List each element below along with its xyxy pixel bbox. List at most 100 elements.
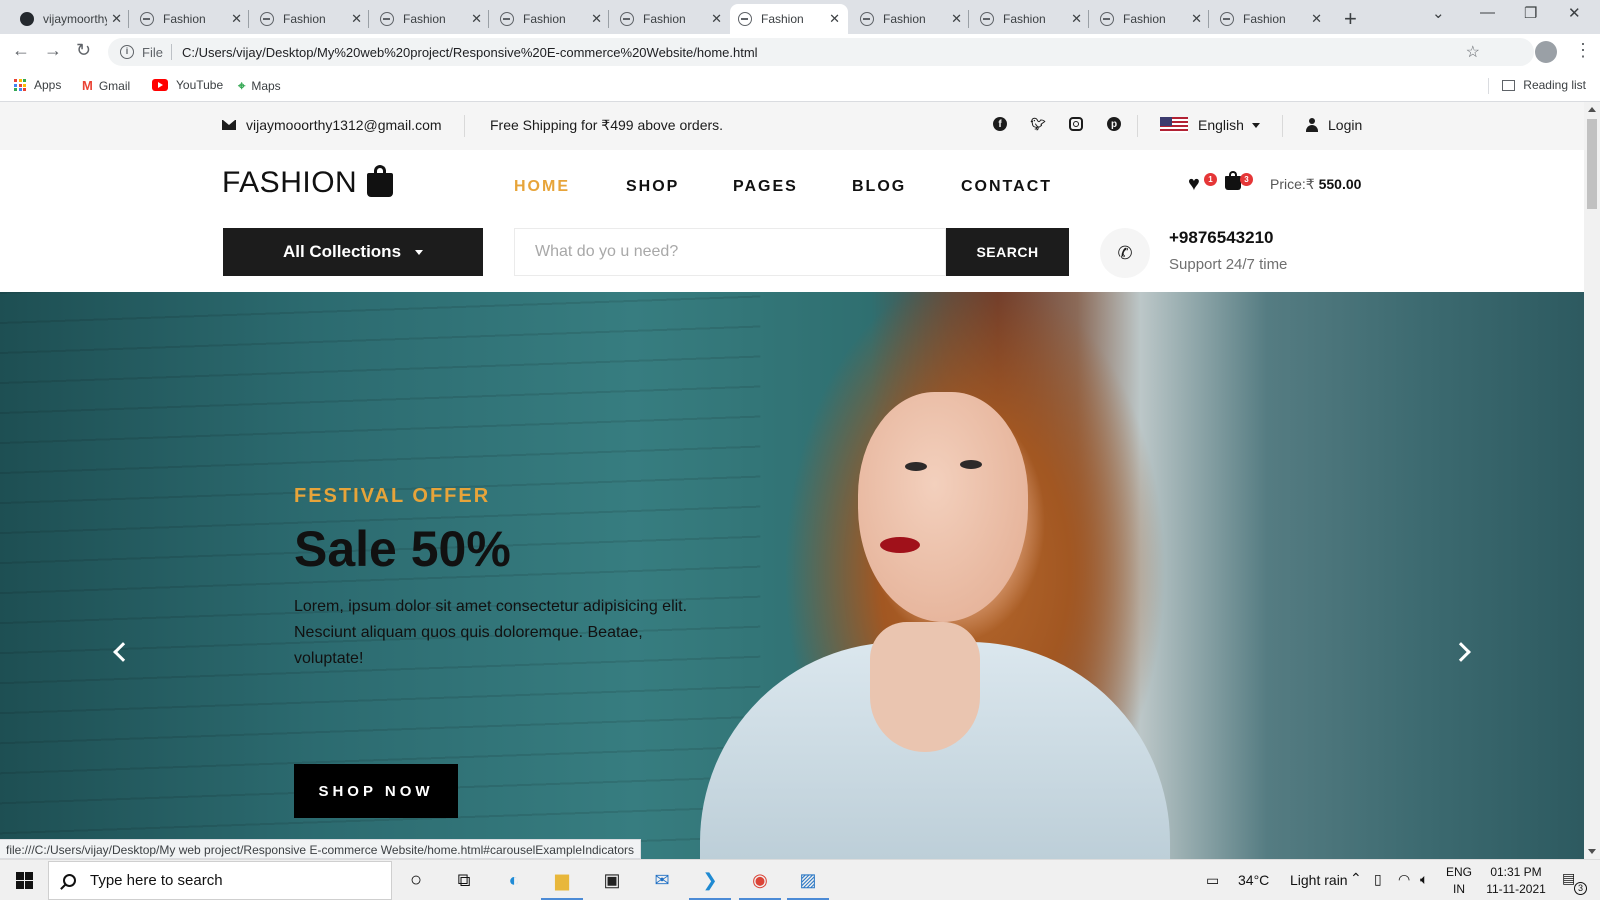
cart-price: Price:₹ 550.00 [1270, 176, 1361, 193]
profile-avatar[interactable] [1535, 41, 1557, 63]
close-icon[interactable]: ✕ [591, 11, 602, 27]
bookmark-apps[interactable]: Apps [14, 78, 61, 92]
browser-tab[interactable]: Fashion ✕ [852, 4, 970, 34]
browser-tab[interactable]: Fashion ✕ [492, 4, 610, 34]
browser-tab[interactable]: Fashion ✕ [132, 4, 250, 34]
notification-icon[interactable]: ▤ [1562, 870, 1575, 887]
close-icon[interactable]: ✕ [351, 11, 362, 27]
taskbar-search-box[interactable]: Type here to search [48, 861, 392, 900]
nav-blog[interactable]: BLOG [852, 178, 906, 196]
store-icon[interactable]: ▣ [598, 866, 626, 894]
wishlist-button[interactable]: ♥ 1 [1188, 173, 1217, 194]
maps-icon: ⌖ [238, 78, 246, 93]
pinterest-icon[interactable]: p [1107, 117, 1121, 131]
tab-search-icon[interactable]: ⌄ [1432, 4, 1445, 22]
close-icon[interactable]: ✕ [951, 11, 962, 27]
input-language[interactable]: ENG IN [1446, 864, 1472, 898]
scroll-down-icon[interactable] [1588, 849, 1596, 854]
us-flag-icon [1160, 117, 1188, 133]
browser-tab[interactable]: Fashion ✕ [372, 4, 490, 34]
bookmark-youtube[interactable]: YouTube [152, 78, 223, 92]
battery-icon[interactable]: ▯ [1374, 871, 1382, 888]
browser-tab[interactable]: vijaymoorthy ✕ [12, 4, 130, 34]
hero-offer-label: FESTIVAL OFFER [294, 485, 491, 507]
restore-icon[interactable]: ❐ [1524, 4, 1537, 22]
reload-icon[interactable]: ↻ [76, 40, 91, 61]
mail-icon[interactable]: ✉ [648, 866, 676, 894]
hero-image-face [858, 392, 1028, 622]
clock[interactable]: 01:31 PM 11-11-2021 [1478, 864, 1554, 898]
browser-tab[interactable]: Fashion ✕ [612, 4, 730, 34]
twitter-icon[interactable]: 🐦︎ [1030, 117, 1045, 131]
chrome-icon[interactable]: ◉ [746, 866, 774, 894]
reading-list-button[interactable]: Reading list [1502, 78, 1586, 92]
scroll-up-icon[interactable] [1588, 107, 1596, 112]
cortana-icon[interactable]: ○ [402, 866, 430, 894]
site-logo[interactable]: FASHION [222, 165, 394, 200]
photos-icon[interactable]: ▨ [794, 866, 822, 894]
search-icon [63, 874, 76, 887]
url-field[interactable]: i File C:/Users/vijay/Desktop/My%20web%2… [108, 38, 1534, 66]
close-icon[interactable]: ✕ [231, 11, 242, 27]
tab-title: Fashion [523, 12, 566, 26]
weather-icon[interactable]: ▭ [1206, 872, 1219, 889]
volume-icon[interactable]: 🔈︎ [1420, 871, 1428, 888]
info-icon[interactable]: i [120, 45, 134, 59]
nav-shop[interactable]: SHOP [626, 178, 679, 196]
minimize-icon[interactable]: — [1480, 4, 1495, 21]
browser-tab[interactable]: Fashion ✕ [972, 4, 1090, 34]
search-input[interactable] [514, 228, 946, 276]
phone-number[interactable]: +9876543210 [1169, 228, 1273, 248]
close-icon[interactable]: ✕ [829, 11, 840, 27]
nav-home[interactable]: HOME [514, 178, 570, 196]
close-icon[interactable]: ✕ [711, 11, 722, 27]
tab-title: Fashion [283, 12, 326, 26]
globe-icon [1100, 12, 1114, 26]
page-scrollbar[interactable] [1584, 102, 1600, 859]
edge-icon[interactable]: ◐ [500, 866, 528, 894]
windows-start-icon[interactable] [16, 872, 33, 889]
bookmark-gmail[interactable]: M Gmail [82, 78, 130, 93]
menu-kebab-icon[interactable]: ⋮ [1574, 40, 1592, 61]
browser-tab[interactable]: Fashion ✕ [1212, 4, 1330, 34]
all-collections-button[interactable]: All Collections [223, 228, 483, 276]
email-contact[interactable]: vijaymooorthy1312@gmail.com [222, 117, 442, 133]
close-icon[interactable]: ✕ [471, 11, 482, 27]
weather-temp[interactable]: 34°C [1238, 872, 1269, 888]
back-icon[interactable]: ← [12, 40, 30, 61]
carousel-next-icon[interactable] [1451, 642, 1471, 662]
taskbar-search-placeholder: Type here to search [90, 872, 223, 889]
task-view-icon[interactable]: ⧉ [450, 866, 478, 894]
vscode-icon[interactable]: ❯ [696, 866, 724, 894]
facebook-icon[interactable]: f [993, 117, 1007, 131]
bookmark-maps[interactable]: ⌖ Maps [238, 78, 281, 94]
tray-chevron-icon[interactable]: ⌃ [1350, 870, 1362, 887]
wifi-icon[interactable]: ◠ [1398, 871, 1410, 888]
instagram-icon[interactable] [1069, 117, 1083, 131]
topbar-divider [1282, 115, 1283, 137]
nav-pages[interactable]: PAGES [733, 178, 798, 196]
search-button[interactable]: SEARCH [946, 228, 1069, 276]
carousel-prev-icon[interactable] [113, 642, 133, 662]
login-link[interactable]: Login [1306, 117, 1362, 133]
weather-desc[interactable]: Light rain [1290, 872, 1348, 888]
tab-divider [608, 10, 609, 28]
shop-now-button[interactable]: SHOP NOW [294, 764, 458, 818]
lang-bottom: IN [1453, 882, 1465, 896]
bookmark-star-icon[interactable]: ☆ [1466, 42, 1480, 62]
nav-contact[interactable]: CONTACT [961, 178, 1052, 196]
browser-tab-active[interactable]: Fashion ✕ [730, 4, 848, 34]
window-close-icon[interactable]: ✕ [1568, 4, 1581, 22]
browser-tab[interactable]: Fashion ✕ [1092, 4, 1210, 34]
new-tab-button[interactable]: + [1344, 6, 1357, 32]
cart-button[interactable]: 3 [1225, 171, 1253, 190]
language-selector[interactable]: English [1160, 117, 1260, 133]
file-explorer-icon[interactable]: ▆ [548, 866, 576, 894]
close-icon[interactable]: ✕ [111, 11, 122, 27]
scrollbar-thumb[interactable] [1587, 119, 1597, 209]
close-icon[interactable]: ✕ [1191, 11, 1202, 27]
close-icon[interactable]: ✕ [1311, 11, 1322, 27]
close-icon[interactable]: ✕ [1071, 11, 1082, 27]
browser-tab[interactable]: Fashion ✕ [252, 4, 370, 34]
forward-icon[interactable]: → [44, 40, 62, 61]
